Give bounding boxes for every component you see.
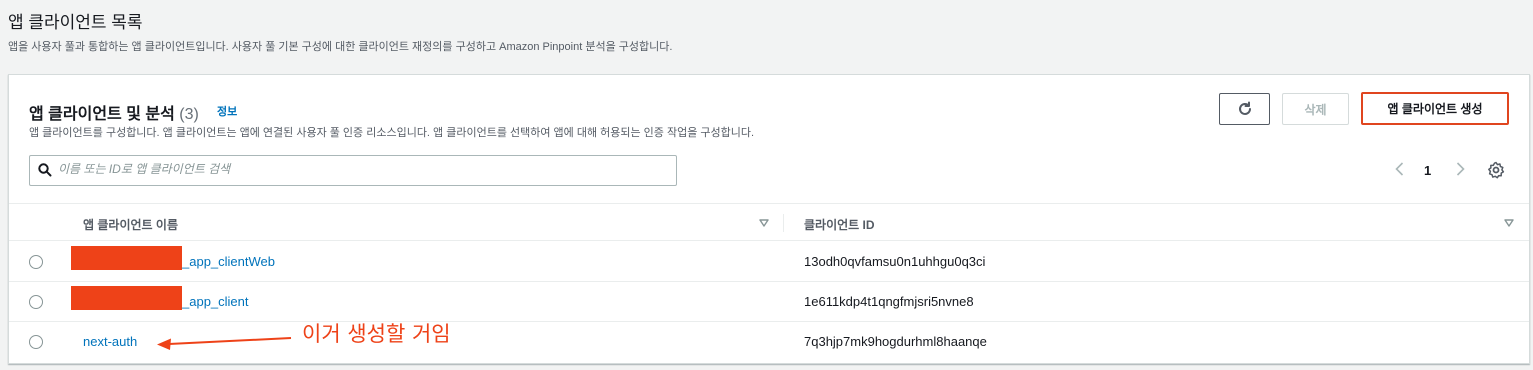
panel-description: 앱 클라이언트를 구성합니다. 앱 클라이언트는 앱에 연결된 사용자 풀 인증… (29, 127, 755, 139)
table-row[interactable]: _app_clientWeb 13odh0qvfamsu0n1uhhgu0q3c… (9, 242, 1529, 282)
chevron-right-icon[interactable] (1452, 161, 1468, 177)
column-header-name[interactable]: 앱 클라이언트 이름 (83, 216, 178, 233)
sort-down-icon[interactable] (1504, 219, 1514, 227)
panel-count: (3) (179, 106, 199, 123)
table-row[interactable]: _app_client 1e611kdp4t1qngfmjsri5nvne8 (9, 282, 1529, 322)
app-client-name-link[interactable]: next-auth (83, 334, 137, 349)
panel-title: 앱 클라이언트 및 분석 (3) (29, 100, 199, 124)
annotation-arrow (157, 337, 292, 350)
settings-icon[interactable] (1487, 161, 1505, 179)
search-icon (38, 163, 52, 177)
table-header: 앱 클라이언트 이름 클라이언트 ID (9, 203, 1529, 241)
annotation-text: 이거 생성할 거임 (302, 322, 451, 346)
page-description: 앱을 사용자 풀과 통합하는 앱 클라이언트입니다. 사용자 풀 기본 구성에 … (8, 41, 673, 53)
client-id: 7q3hjp7mk9hogdurhml8haanqe (804, 334, 987, 349)
row-radio[interactable] (29, 255, 43, 269)
refresh-icon (1238, 101, 1251, 115)
column-header-client-id[interactable]: 클라이언트 ID (804, 216, 875, 233)
page-title: 앱 클라이언트 목록 (8, 13, 143, 32)
info-link[interactable]: 정보 (217, 103, 237, 119)
app-client-name-link[interactable]: _app_client (182, 294, 249, 309)
client-id: 13odh0qvfamsu0n1uhhgu0q3ci (804, 254, 986, 269)
column-divider[interactable] (783, 214, 784, 232)
chevron-left-icon[interactable] (1392, 161, 1408, 177)
sort-down-icon[interactable] (759, 219, 769, 227)
panel-title-text: 앱 클라이언트 및 분석 (29, 106, 175, 123)
redaction-mark (71, 246, 182, 270)
row-radio[interactable] (29, 295, 43, 309)
create-app-client-button[interactable]: 앱 클라이언트 생성 (1361, 92, 1509, 125)
row-radio[interactable] (29, 335, 43, 349)
app-client-name-link[interactable]: _app_clientWeb (182, 254, 275, 269)
search-input[interactable] (58, 162, 658, 176)
search-box (29, 155, 677, 186)
refresh-button[interactable] (1219, 93, 1270, 125)
client-id: 1e611kdp4t1qngfmjsri5nvne8 (804, 294, 974, 309)
current-page[interactable]: 1 (1424, 163, 1431, 178)
app-clients-panel: 앱 클라이언트 및 분석 (3) 정보 앱 클라이언트를 구성합니다. 앱 클라… (8, 74, 1530, 364)
delete-button[interactable]: 삭제 (1282, 93, 1349, 125)
redaction-mark (71, 286, 182, 310)
